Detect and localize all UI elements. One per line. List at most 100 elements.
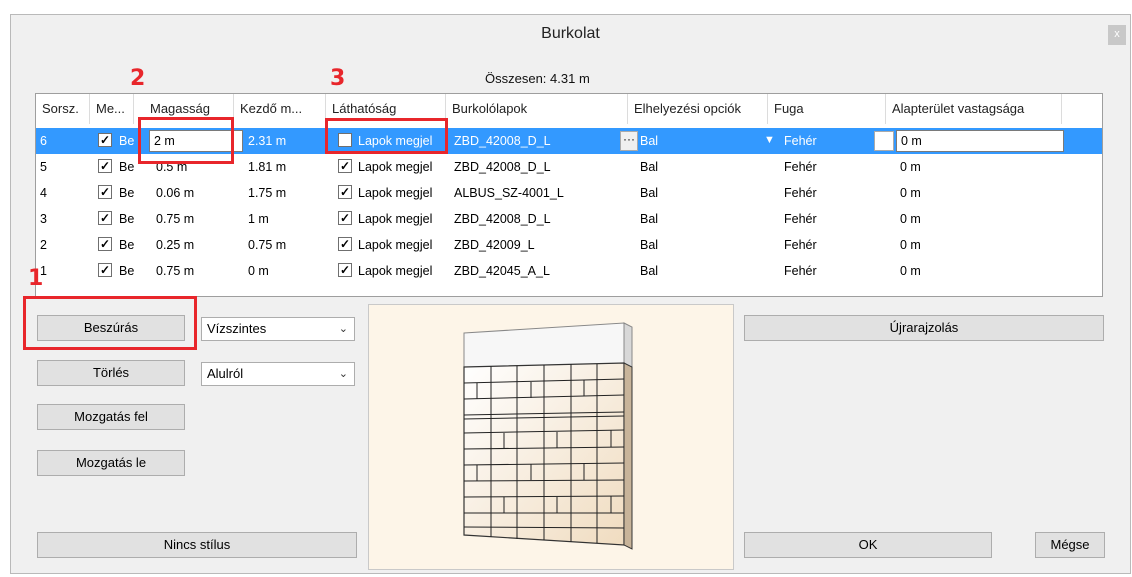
- joint-value[interactable]: Fehér: [784, 128, 817, 154]
- orientation-value: Vízszintes: [207, 321, 267, 336]
- burkolat-dialog: Burkolat x Összesen: 4.31 m Sorsz. Me...…: [10, 14, 1131, 574]
- browse-tiles-button[interactable]: ···: [620, 131, 638, 151]
- wall-tiles-preview-image: [463, 322, 633, 550]
- row-number: 6: [40, 134, 47, 148]
- no-style-button[interactable]: Nincs stílus: [37, 532, 357, 558]
- me-checkbox[interactable]: ✓: [98, 237, 112, 251]
- floor-thickness-value[interactable]: 0 m: [900, 206, 921, 232]
- start-value: 1.75 m: [248, 186, 287, 200]
- start-value: 0.75 m: [248, 238, 287, 252]
- start-value: 2.31 m: [248, 134, 287, 148]
- tile-name[interactable]: ZBD_42045_A_L: [454, 258, 550, 284]
- floor-thickness-value[interactable]: 0 m: [900, 180, 921, 206]
- close-icon[interactable]: x: [1108, 25, 1126, 45]
- cancel-button[interactable]: Mégse: [1035, 532, 1105, 558]
- floor-thickness-value[interactable]: 0 m: [900, 258, 921, 284]
- height-value[interactable]: 0.75 m: [156, 258, 194, 284]
- visibility-label: Lapok megjel: [358, 160, 433, 174]
- me-checkbox[interactable]: ✓: [98, 185, 112, 199]
- height-value[interactable]: 0.25 m: [156, 232, 194, 258]
- joint-value[interactable]: Fehér: [784, 154, 817, 180]
- me-value: Be: [119, 212, 135, 226]
- header-placement[interactable]: Elhelyezési opciók: [628, 94, 768, 124]
- visibility-label: Lapok megjel: [358, 186, 433, 200]
- joint-value[interactable]: Fehér: [784, 258, 817, 284]
- placement-value[interactable]: Bal: [640, 180, 658, 206]
- me-checkbox[interactable]: ✓: [98, 263, 112, 277]
- row-number: 3: [40, 212, 47, 226]
- title-bar[interactable]: Burkolat x: [11, 15, 1130, 55]
- ok-button[interactable]: OK: [744, 532, 992, 558]
- annotation-box-height: [138, 117, 234, 164]
- visibility-checkbox[interactable]: ✓: [338, 263, 352, 277]
- table-row[interactable]: 1 ✓ Be 0.75 m 0 m ✓ Lapok megjel ZBD_420…: [36, 258, 1102, 284]
- redraw-button[interactable]: Újrarajzolás: [744, 315, 1104, 341]
- visibility-checkbox[interactable]: ✓: [338, 211, 352, 225]
- direction-value: Alulról: [207, 366, 244, 381]
- height-value[interactable]: 0.75 m: [156, 206, 194, 232]
- chevron-down-icon: ⌄: [338, 323, 348, 335]
- move-down-button[interactable]: Mozgatás le: [37, 450, 185, 476]
- chevron-down-icon: ⌄: [338, 368, 348, 380]
- delete-button[interactable]: Törlés: [37, 360, 185, 386]
- floor-thickness-input[interactable]: 0 m: [896, 130, 1064, 152]
- tile-name[interactable]: ALBUS_SZ-4001_L: [454, 180, 564, 206]
- row-number: 4: [40, 186, 47, 200]
- table-row[interactable]: 4 ✓ Be 0.06 m 1.75 m ✓ Lapok megjel ALBU…: [36, 180, 1102, 206]
- header-joint[interactable]: Fuga: [768, 94, 886, 124]
- annotation-number-3: 3: [330, 66, 346, 91]
- tile-name[interactable]: ZBD_42008_D_L: [454, 154, 551, 180]
- visibility-checkbox[interactable]: ✓: [338, 237, 352, 251]
- table-row[interactable]: 3 ✓ Be 0.75 m 1 m ✓ Lapok megjel ZBD_420…: [36, 206, 1102, 232]
- placement-value[interactable]: Bal: [640, 258, 658, 284]
- total-height-label: Összesen: 4.31 m: [485, 71, 590, 86]
- me-value: Be: [119, 264, 135, 278]
- start-value: 1.81 m: [248, 160, 287, 174]
- tile-name[interactable]: ZBD_42008_D_L: [454, 128, 551, 154]
- me-value: Be: [119, 186, 135, 200]
- direction-select[interactable]: Alulról ⌄: [201, 362, 355, 386]
- annotation-number-2: 2: [130, 66, 146, 91]
- header-me[interactable]: Me...: [90, 94, 134, 124]
- joint-color-swatch[interactable]: [874, 131, 894, 151]
- dialog-title: Burkolat: [541, 25, 600, 42]
- me-checkbox[interactable]: ✓: [98, 159, 112, 173]
- me-checkbox[interactable]: ✓: [98, 133, 112, 147]
- me-checkbox[interactable]: ✓: [98, 211, 112, 225]
- annotation-number-1: 1: [28, 266, 44, 291]
- row-number: 5: [40, 160, 47, 174]
- placement-value[interactable]: Bal: [640, 154, 658, 180]
- visibility-label: Lapok megjel: [358, 212, 433, 226]
- row-number: 2: [40, 238, 47, 252]
- visibility-checkbox[interactable]: ✓: [338, 185, 352, 199]
- annotation-box-visibility: [325, 118, 448, 154]
- start-value: 1 m: [248, 212, 269, 226]
- placement-value[interactable]: Bal: [640, 206, 658, 232]
- joint-value[interactable]: Fehér: [784, 232, 817, 258]
- chevron-down-icon[interactable]: ▼: [764, 134, 775, 146]
- header-tiles[interactable]: Burkolólapok: [446, 94, 628, 124]
- height-value[interactable]: 0.06 m: [156, 180, 194, 206]
- header-start[interactable]: Kezdő m...: [234, 94, 326, 124]
- joint-value[interactable]: Fehér: [784, 206, 817, 232]
- visibility-label: Lapok megjel: [358, 264, 433, 278]
- table-row[interactable]: 2 ✓ Be 0.25 m 0.75 m ✓ Lapok megjel ZBD_…: [36, 232, 1102, 258]
- orientation-select[interactable]: Vízszintes ⌄: [201, 317, 355, 341]
- tile-name[interactable]: ZBD_42008_D_L: [454, 206, 551, 232]
- move-up-button[interactable]: Mozgatás fel: [37, 404, 185, 430]
- start-value: 0 m: [248, 264, 269, 278]
- annotation-box-insert: [23, 296, 197, 350]
- joint-value[interactable]: Fehér: [784, 180, 817, 206]
- visibility-label: Lapok megjel: [358, 238, 433, 252]
- floor-thickness-value[interactable]: 0 m: [900, 154, 921, 180]
- me-value: Be: [119, 160, 135, 174]
- tile-name[interactable]: ZBD_42009_L: [454, 232, 535, 258]
- placement-value[interactable]: Bal: [640, 232, 658, 258]
- visibility-checkbox[interactable]: ✓: [338, 159, 352, 173]
- header-number[interactable]: Sorsz.: [36, 94, 90, 124]
- header-floor-thickness[interactable]: Alapterület vastagsága: [886, 94, 1062, 124]
- floor-thickness-value[interactable]: 0 m: [900, 232, 921, 258]
- me-value: Be: [119, 238, 135, 252]
- me-value: Be: [119, 134, 135, 148]
- placement-value[interactable]: Bal: [640, 128, 658, 154]
